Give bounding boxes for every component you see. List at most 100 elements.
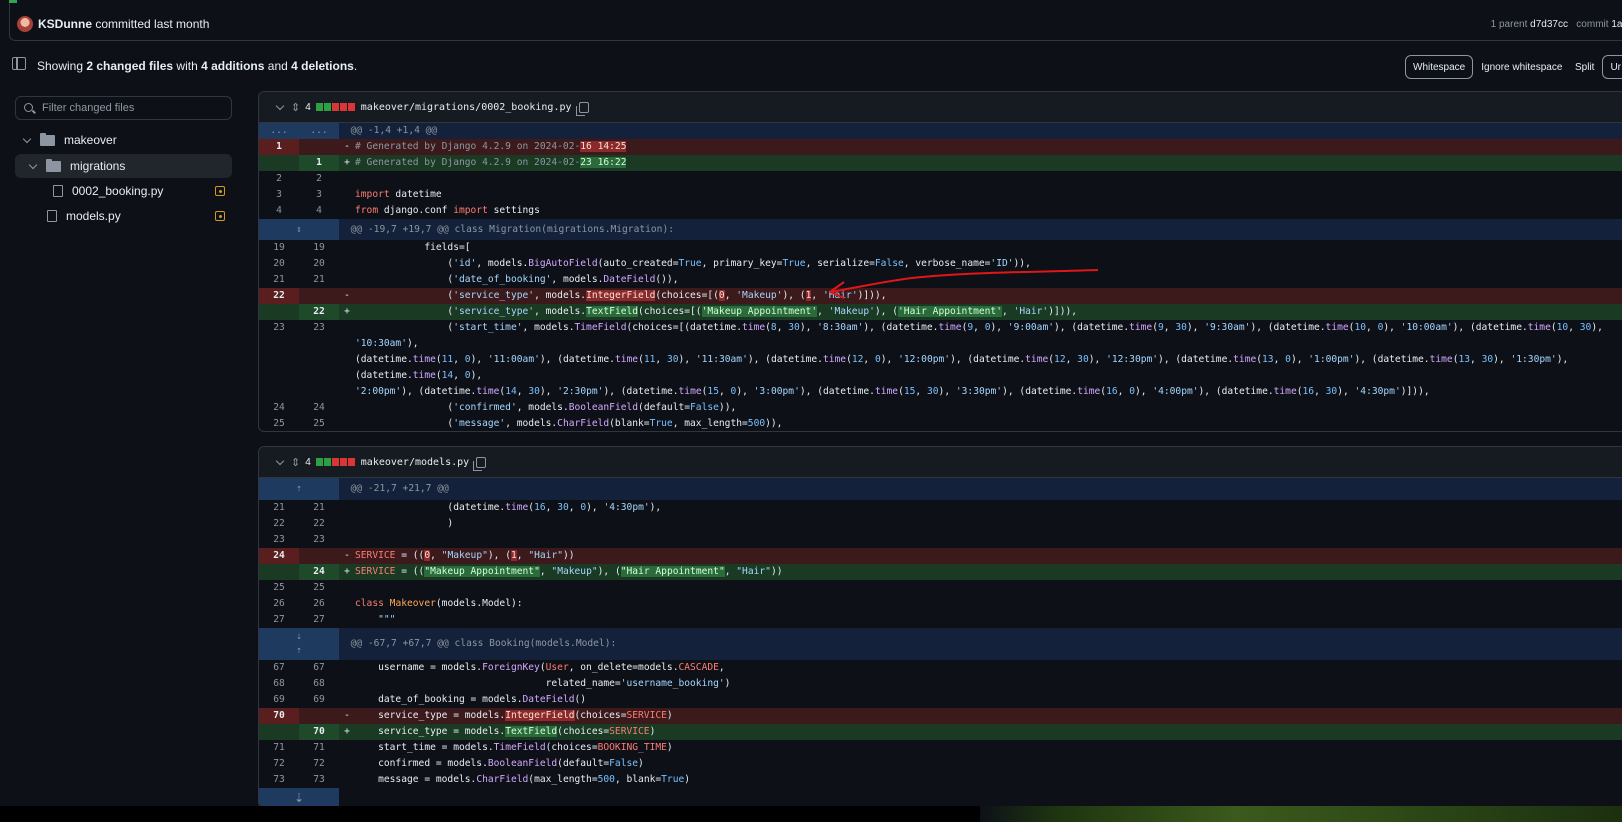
hunk-header: ⇣ ⇡ @@ -67,7 +67,7 @@ class Booking(model… — [259, 628, 1622, 660]
parent-label: 1 parent — [1490, 19, 1528, 30]
summary-and: and — [264, 59, 292, 73]
filter-files-input[interactable] — [42, 100, 227, 116]
whitespace-button[interactable]: Whitespace — [1405, 55, 1474, 79]
diff-summary: Showing 2 changed files with 4 additions… — [37, 59, 357, 73]
diff-line-added: 24 + SERVICE = (("Makeup Appointment", "Ma… — [259, 564, 1622, 580]
diff-line: 26 26 class Makeover(models.Model): — [273, 598, 523, 609]
file-name-link[interactable]: makeover/models.py — [361, 457, 469, 468]
commit-meta: 1 parent d7d37cc commit 1ae — [1491, 19, 1622, 30]
diff-line: 24 24 ('confirmed', models.BooleanField(d… — [273, 402, 737, 413]
summary-prefix: Showing — [37, 59, 87, 73]
diff-line: 69 69 date_of_booking = models.DateField(… — [273, 694, 587, 705]
diff-line-deleted: 1- # Generated by Django 4.2.9 on 2024-02… — [259, 139, 1622, 155]
folder-icon — [46, 158, 61, 172]
modified-icon — [215, 211, 225, 221]
commit-sha: 1ae — [1611, 19, 1622, 30]
split-view-button[interactable]: Split — [1567, 55, 1602, 79]
copy-icon[interactable] — [473, 456, 487, 471]
tree-file-0002-booking[interactable]: 0002_booking.py — [53, 179, 232, 203]
view-toggle-group: Split Ur — [1567, 55, 1622, 79]
chevron-down-icon — [22, 135, 32, 145]
copy-icon[interactable] — [575, 101, 589, 116]
diff-line-added: 70 + service_type = models.TextField(choi… — [259, 724, 1622, 740]
search-icon — [24, 103, 33, 112]
tree-folder-migrations[interactable]: migrations — [15, 154, 232, 178]
diff-line: 22 22 ) — [273, 518, 454, 529]
filter-files-box — [15, 96, 232, 120]
diff-line: 21 21 ('date_of_booking', models.DateFiel… — [273, 274, 679, 285]
expand-all-icon[interactable]: ⇕ — [291, 456, 300, 469]
tree-file-models[interactable]: models.py — [47, 204, 232, 228]
diff-line: 25 25 ('message', models.CharField(blank=… — [273, 418, 783, 429]
change-count: 4 — [305, 456, 311, 468]
diff-line: 71 71 start_time = models.TimeField(choic… — [273, 742, 673, 753]
diff-line: 21 21 (datetime.time(16, 30, 0), '4:30pm'… — [273, 502, 662, 513]
commit-label: commit — [1576, 19, 1609, 30]
avatar[interactable] — [17, 16, 33, 32]
diff-line: 68 68 related_name='username_booking') — [273, 678, 731, 689]
diff-line: 23 23 — [273, 534, 325, 545]
expand-all-icon[interactable]: ⇕ — [291, 101, 300, 114]
parent-sha-link[interactable]: d7d37cc — [1530, 19, 1568, 30]
modified-icon — [215, 186, 225, 196]
chevron-down-icon — [28, 161, 38, 171]
commit-header: KSDunne committed last month 1 parent d7… — [9, 0, 1622, 41]
ignore-whitespace-button[interactable]: Ignore whitespace — [1473, 55, 1570, 79]
diff-line: 25 25 — [273, 582, 325, 593]
diff-file-header: ⇕ 4 makeover/migrations/0002_booking.py — [259, 92, 1622, 123]
expand-down-row: ⇣ — [259, 788, 1622, 807]
diffstat-bar — [315, 103, 355, 111]
folder-icon — [40, 132, 55, 146]
diff-line: 22 — [276, 173, 322, 184]
diff-file-header: ⇕ 4 makeover/models.py — [259, 447, 1622, 478]
diff-line: 20 20 ('id', models.BigAutoField(auto_cre… — [273, 258, 1031, 269]
summary-mid: with — [173, 59, 202, 73]
hunk-header: ...... @@ -1,4 +1,4 @@ — [259, 123, 1622, 139]
whitespace-toggle-group: Whitespace Ignore whitespace — [1405, 55, 1570, 79]
diff-line-added: 1 + # Generated by Django 4.2.9 on 2024-02… — [259, 155, 1622, 171]
diff-line: 72 72 confirmed = models.BooleanField(def… — [273, 758, 644, 769]
commit-author-line: KSDunne committed last month — [38, 17, 209, 31]
summary-deletions: 4 deletions — [291, 59, 354, 73]
diffstat-bar — [315, 458, 355, 466]
hunk-header: ⇕ @@ -19,7 +19,7 @@ class Migration(migr… — [259, 219, 1622, 240]
diff-line: 19 19 fields=[ — [273, 242, 471, 253]
file-icon — [47, 210, 57, 222]
diff-line: 73 73 message = models.CharField(max_leng… — [273, 774, 691, 785]
summary-suffix: . — [353, 59, 358, 73]
diff-file-models: ⇕ 4 makeover/models.py ⇡ @@ -21,7 +21,7 … — [258, 446, 1622, 808]
expand-down-icon[interactable]: ⇣ — [259, 788, 339, 807]
diff-line: 27 27 """ — [273, 614, 396, 625]
tree-folder-makeover[interactable]: makeover — [22, 128, 232, 152]
diff-line-added: 22 + ('service_type', models.TextField(ch… — [259, 304, 1622, 320]
desktop-background — [980, 806, 1622, 822]
expand-up-icon[interactable]: ⇡ — [259, 478, 339, 500]
unified-view-button[interactable]: Ur — [1602, 55, 1622, 79]
tree-label: models.py — [66, 209, 121, 223]
expand-both-icon[interactable]: ⇣ ⇡ — [259, 628, 339, 660]
chevron-down-icon[interactable] — [275, 102, 285, 112]
summary-files: 2 changed files — [86, 59, 174, 73]
chevron-down-icon[interactable] — [275, 457, 285, 467]
window-edge — [0, 806, 980, 822]
diff-line: 23 23 ('start_time', models.TimeField(cho… — [273, 322, 1609, 397]
tree-label: makeover — [64, 133, 117, 147]
expand-icon[interactable]: ⇕ — [259, 219, 339, 240]
hunk-header: ⇡ @@ -21,7 +21,7 @@ — [259, 478, 1622, 500]
author-link[interactable]: KSDunne — [38, 17, 92, 31]
diff-line: 3 3 import datetime — [276, 189, 442, 200]
status-stripe — [9, 0, 17, 3]
diff-line: 67 67 username = models.ForeignKey(User, … — [273, 662, 725, 673]
summary-additions: 4 additions — [201, 59, 265, 73]
diff-line: 4 4 from django.conf import settings — [276, 205, 540, 216]
file-name-link[interactable]: makeover/migrations/0002_booking.py — [361, 102, 572, 113]
file-tree-toggle-icon[interactable] — [12, 57, 26, 70]
diff-file-booking-migration: ⇕ 4 makeover/migrations/0002_booking.py … — [258, 91, 1622, 432]
change-count: 4 — [305, 101, 311, 113]
file-icon — [53, 185, 63, 197]
tree-label: 0002_booking.py — [72, 184, 164, 198]
tree-label: migrations — [70, 159, 126, 173]
diff-line-deleted: 22- ('service_type', models.IntegerField… — [259, 288, 1622, 304]
commit-action: committed last month — [95, 17, 210, 31]
diff-line-deleted: 70- service_type = models.IntegerField(c… — [259, 708, 1622, 724]
